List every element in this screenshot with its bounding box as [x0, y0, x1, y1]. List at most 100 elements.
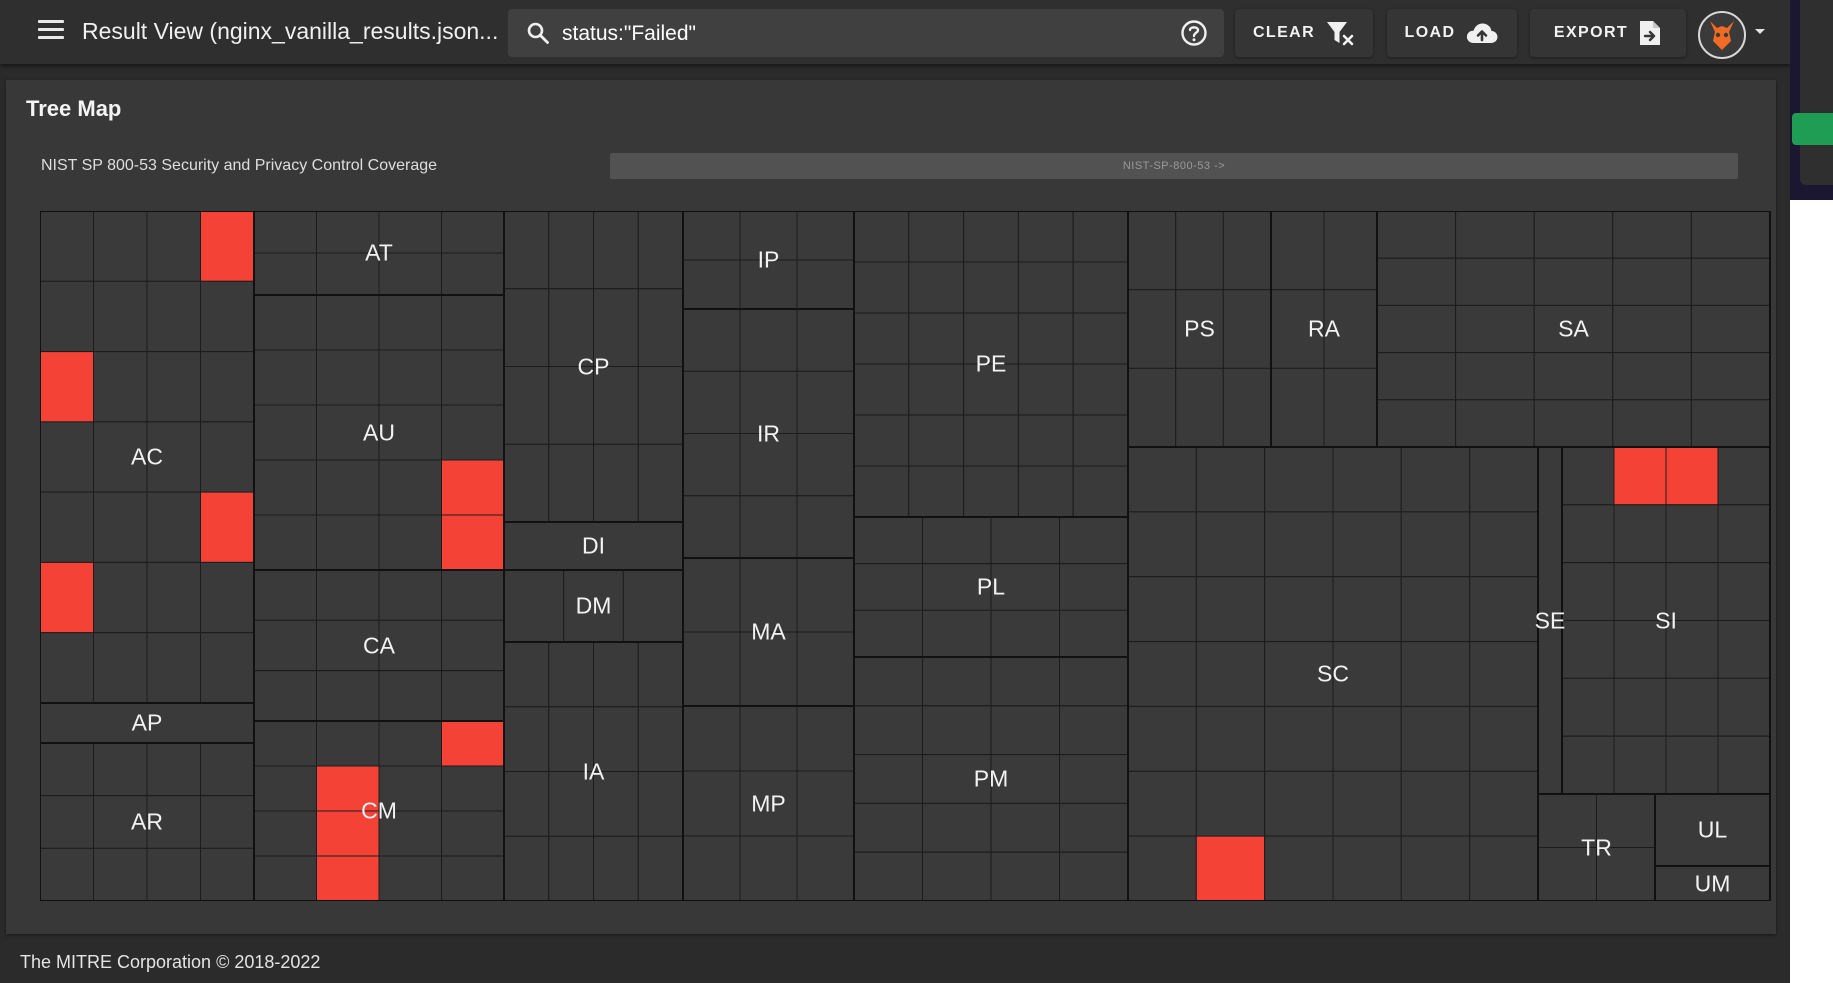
treemap-cell[interactable] — [739, 433, 798, 497]
treemap-cell[interactable] — [378, 294, 442, 351]
treemap-family-ac[interactable] — [40, 211, 255, 704]
treemap-cell[interactable] — [1222, 289, 1272, 369]
treemap-cell[interactable] — [378, 211, 442, 254]
treemap-cell[interactable] — [1222, 211, 1272, 291]
treemap-cell[interactable] — [853, 363, 910, 416]
treemap-cell[interactable] — [503, 706, 550, 773]
treemap-cell[interactable] — [796, 770, 855, 837]
treemap-cell[interactable] — [1264, 770, 1334, 837]
treemap-cell[interactable] — [146, 280, 201, 353]
treemap-cell[interactable] — [316, 720, 380, 767]
treemap-cell[interactable] — [378, 569, 442, 621]
treemap-cell-failed[interactable] — [441, 459, 505, 516]
treemap-family-cp[interactable] — [503, 211, 684, 523]
menu-icon[interactable] — [38, 20, 64, 42]
treemap-cell[interactable] — [963, 211, 1019, 263]
treemap-cell[interactable] — [853, 211, 910, 263]
treemap-cell[interactable] — [1175, 367, 1224, 448]
treemap-cell[interactable] — [40, 847, 94, 901]
treemap-cell[interactable] — [853, 754, 923, 804]
treemap-cell[interactable] — [682, 308, 741, 372]
treemap-cell[interactable] — [637, 641, 684, 708]
treemap-cell[interactable] — [548, 835, 595, 901]
treemap-cell[interactable] — [1127, 211, 1177, 291]
treemap-family-pe[interactable] — [853, 211, 1129, 518]
treemap-family-dm[interactable] — [503, 569, 684, 643]
treemap-cell[interactable] — [1264, 511, 1334, 578]
treemap-cell-failed[interactable] — [1613, 446, 1667, 506]
treemap-cell[interactable] — [622, 569, 684, 643]
treemap-cell[interactable] — [1400, 446, 1471, 513]
treemap-cell[interactable] — [908, 414, 965, 467]
treemap-cell[interactable] — [739, 770, 798, 837]
treemap-cell[interactable] — [990, 609, 1060, 658]
treemap-cell[interactable] — [908, 363, 965, 416]
treemap-cell[interactable] — [1665, 562, 1719, 622]
treemap-cell[interactable] — [316, 404, 380, 461]
treemap-cell[interactable] — [316, 569, 380, 621]
treemap-family-di[interactable] — [503, 521, 684, 571]
treemap-cell[interactable] — [1264, 705, 1334, 772]
treemap-cell[interactable] — [1455, 304, 1535, 354]
treemap-cell[interactable] — [1059, 754, 1129, 804]
treemap-cell[interactable] — [922, 802, 992, 853]
export-button[interactable]: EXPORT — [1530, 9, 1686, 57]
treemap-cell[interactable] — [316, 619, 380, 672]
treemap-cell[interactable] — [1059, 656, 1129, 707]
treemap-cell[interactable] — [1323, 367, 1378, 448]
treemap-cell[interactable] — [200, 795, 255, 849]
treemap-cell[interactable] — [503, 443, 550, 523]
treemap-cell[interactable] — [593, 366, 639, 445]
treemap-cell[interactable] — [441, 765, 505, 812]
treemap-cell[interactable] — [682, 835, 741, 901]
treemap-cell[interactable] — [146, 421, 201, 493]
treemap-cell[interactable] — [1376, 257, 1457, 306]
treemap-cell[interactable] — [1017, 211, 1074, 263]
treemap-cell[interactable] — [922, 754, 992, 804]
treemap-cell[interactable] — [1612, 211, 1692, 259]
treemap-cell[interactable] — [200, 561, 255, 634]
treemap-cell[interactable] — [990, 563, 1060, 611]
treemap-cell[interactable] — [441, 211, 505, 254]
treemap-cell[interactable] — [1665, 620, 1719, 679]
treemap-cell[interactable] — [1059, 851, 1129, 901]
treemap-cell-failed[interactable] — [316, 765, 380, 812]
treemap-cell-failed[interactable] — [1195, 835, 1266, 901]
treemap-cell[interactable] — [503, 835, 550, 901]
treemap-cell[interactable] — [441, 619, 505, 672]
treemap-cell[interactable] — [146, 742, 201, 797]
treemap-cell[interactable] — [1127, 367, 1177, 448]
treemap-family-ar[interactable] — [40, 742, 255, 901]
treemap-cell[interactable] — [1323, 289, 1378, 369]
treemap-cell[interactable] — [1332, 770, 1402, 837]
treemap-cell[interactable] — [146, 632, 201, 704]
treemap-cell[interactable] — [548, 288, 595, 368]
treemap-cell[interactable] — [1270, 289, 1325, 369]
treemap-cell[interactable] — [441, 569, 505, 621]
treemap-cell[interactable] — [1717, 620, 1771, 679]
treemap-cell[interactable] — [739, 259, 798, 310]
treemap-cell[interactable] — [1455, 352, 1535, 401]
treemap-cell[interactable] — [1332, 511, 1402, 578]
treemap-cell[interactable] — [637, 835, 684, 901]
treemap-cell[interactable] — [637, 211, 684, 290]
treemap-cell[interactable] — [1127, 576, 1197, 643]
treemap-cell[interactable] — [200, 351, 255, 423]
treemap-cell[interactable] — [200, 742, 255, 797]
treemap-family-ap[interactable] — [40, 702, 255, 744]
treemap-cell[interactable] — [563, 569, 624, 643]
treemap-cell[interactable] — [593, 443, 639, 523]
clear-button[interactable]: CLEAR — [1235, 9, 1373, 57]
treemap-cell[interactable] — [441, 810, 505, 857]
treemap-cell[interactable] — [922, 705, 992, 756]
treemap-cell[interactable] — [1072, 363, 1129, 416]
treemap-family-au[interactable] — [253, 294, 505, 571]
treemap-cell[interactable] — [853, 802, 923, 853]
treemap-cell[interactable] — [1400, 511, 1471, 578]
treemap-cell[interactable] — [200, 632, 255, 704]
treemap-cell[interactable] — [548, 771, 595, 837]
treemap-cell[interactable] — [796, 211, 855, 261]
treemap-cell[interactable] — [1533, 399, 1614, 448]
treemap-cell[interactable] — [1059, 609, 1129, 658]
treemap-cell[interactable] — [922, 609, 992, 658]
